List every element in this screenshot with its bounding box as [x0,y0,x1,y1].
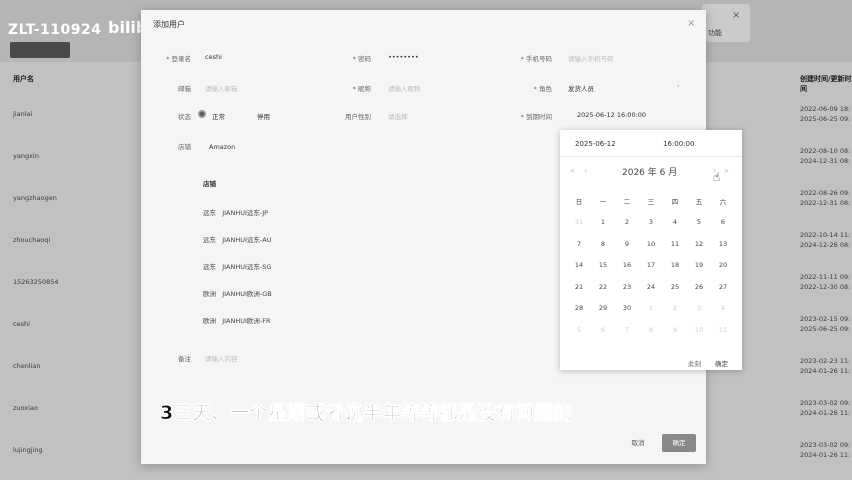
calendar-day-cell[interactable]: 19 [687,261,711,269]
shop-list-item[interactable]: 欧洲 JIANHUI欧洲-GB [203,288,272,298]
shop-list-item[interactable]: 欧洲 JIANHUI欧洲-FR [203,315,271,325]
calendar-day-cell[interactable]: 6 [711,218,735,226]
calendar-day-cell[interactable]: 21 [567,283,591,291]
calendar-day-cell[interactable]: 2 [663,304,687,312]
calendar-day-cell[interactable]: 26 [687,283,711,291]
calendar-day-cell[interactable]: 5 [687,218,711,226]
calendar-day-cell[interactable]: 18 [663,261,687,269]
divider [560,156,742,157]
confirm-button[interactable]: 确定 [662,434,696,452]
calendar-day-cell[interactable]: 24 [639,283,663,291]
date-picker-header: 2026 年 6 月 [622,168,678,178]
shop-list-item[interactable]: 远东 JIANHUI远东-JP [203,207,268,217]
close-icon[interactable]: × [687,18,695,29]
shop-label: 店铺 [178,143,191,151]
email-label: 邮箱 [178,85,191,93]
gender-select[interactable]: 请选择 [388,111,408,121]
weekday-label: 日 [575,198,583,206]
calendar-day-cell[interactable]: 5 [567,326,591,334]
weekday-label: 三 [647,198,655,206]
calendar-day-cell[interactable]: 16 [615,261,639,269]
calendar-day-cell[interactable]: 6 [591,326,615,334]
video-subtitle: 3三天、一个星期或者说半年等等都是没有问题的 [160,402,573,425]
radio-normal-icon[interactable] [198,110,206,118]
date-picker-panel: 2025-06-12 16:00:00 « ‹ 2026 年 6 月 › » 日… [560,130,742,370]
now-button[interactable]: 此刻 [688,358,701,368]
status-disabled-option[interactable]: 停用 [257,111,270,121]
cancel-button[interactable]: 取消 [623,434,653,452]
calendar-day-cell[interactable]: 15 [591,261,615,269]
calendar-day-cell[interactable]: 31 [567,218,591,226]
calendar-day-cell[interactable]: 7 [567,240,591,248]
role-select[interactable]: 发货人员 [568,83,594,93]
calendar-day-cell[interactable]: 23 [615,283,639,291]
date-confirm-button[interactable]: 确定 [715,358,728,368]
phone-label: * 手机号码 [520,55,552,63]
calendar-day-cell[interactable]: 9 [615,240,639,248]
calendar-day-cell[interactable]: 4 [663,218,687,226]
calendar-day-cell[interactable]: 2 [615,218,639,226]
calendar-day-cell[interactable]: 1 [639,304,663,312]
weekday-label: 六 [719,198,727,206]
calendar-day-cell[interactable]: 9 [663,326,687,334]
watermark-user: ZLT-110924 [8,22,102,38]
gender-label: 用户性别 [345,113,371,121]
calendar-day-cell[interactable]: 29 [591,304,615,312]
calendar-day-cell[interactable]: 14 [567,261,591,269]
date-picker-time-input[interactable]: 16:00:00 [663,140,694,148]
remark-label: 备注 [178,355,191,363]
calendar-day-cell[interactable]: 20 [711,261,735,269]
prev-month-icon[interactable]: ‹ [584,166,587,175]
calendar-day-cell[interactable]: 17 [639,261,663,269]
calendar-day-cell[interactable]: 8 [591,240,615,248]
remark-input[interactable]: 请输入内容 [205,353,238,363]
nickname-label: * 昵称 [352,85,371,93]
calendar-day-cell[interactable]: 12 [687,240,711,248]
calendar-day-cell[interactable]: 30 [615,304,639,312]
shop-list-header: 店铺 [203,180,216,188]
mouse-cursor-icon: ☝ [713,170,721,184]
expire-label: * 到期时间 [520,113,552,121]
calendar-day-cell[interactable]: 3 [639,218,663,226]
calendar-day-cell[interactable]: 8 [639,326,663,334]
nickname-input[interactable]: 请输入昵称 [388,83,421,93]
calendar-day-cell[interactable]: 3 [687,304,711,312]
status-label: 状态 [178,113,191,121]
calendar-day-cell[interactable]: 10 [639,240,663,248]
calendar-day-cell[interactable]: 11 [663,240,687,248]
calendar-day-cell[interactable]: 11 [711,326,735,334]
dialog-title: 添加用户 [153,20,185,29]
shop-list-item[interactable]: 远东 JIANHUI远东-AU [203,234,271,244]
expire-input[interactable]: 2025-06-12 16:00:00 [577,111,646,119]
prev-year-icon[interactable]: « [570,166,575,175]
weekday-label: 一 [599,198,607,206]
shop-list-item[interactable]: 远东 JIANHUI远东-SG [203,261,271,271]
weekday-label: 二 [623,198,631,206]
calendar-day-cell[interactable]: 25 [663,283,687,291]
weekday-label: 五 [695,198,703,206]
calendar-day-cell[interactable]: 13 [711,240,735,248]
calendar-day-cell[interactable]: 1 [591,218,615,226]
date-picker-date-input[interactable]: 2025-06-12 [575,140,616,148]
calendar-day-cell[interactable]: 22 [591,283,615,291]
next-year-icon[interactable]: » [724,166,729,175]
login-name-label: * 登录名 [166,55,191,63]
weekday-label: 四 [671,198,679,206]
calendar-day-cell[interactable]: 28 [567,304,591,312]
status-normal-option[interactable]: 正常 [212,111,225,121]
login-name-input[interactable]: ceshi [205,53,222,61]
role-label: * 角色 [533,85,552,93]
calendar-day-cell[interactable]: 27 [711,283,735,291]
chevron-down-icon: › [677,82,680,90]
shop-select[interactable]: Amazon [209,143,235,151]
calendar-day-cell[interactable]: 4 [711,304,735,312]
password-input[interactable]: •••••••• [388,53,419,61]
calendar-day-cell[interactable]: 7 [615,326,639,334]
email-input[interactable]: 请输入邮箱 [205,83,238,93]
calendar-day-cell[interactable]: 10 [687,326,711,334]
password-label: * 密码 [352,55,371,63]
phone-input[interactable]: 请输入手机号码 [568,53,614,63]
